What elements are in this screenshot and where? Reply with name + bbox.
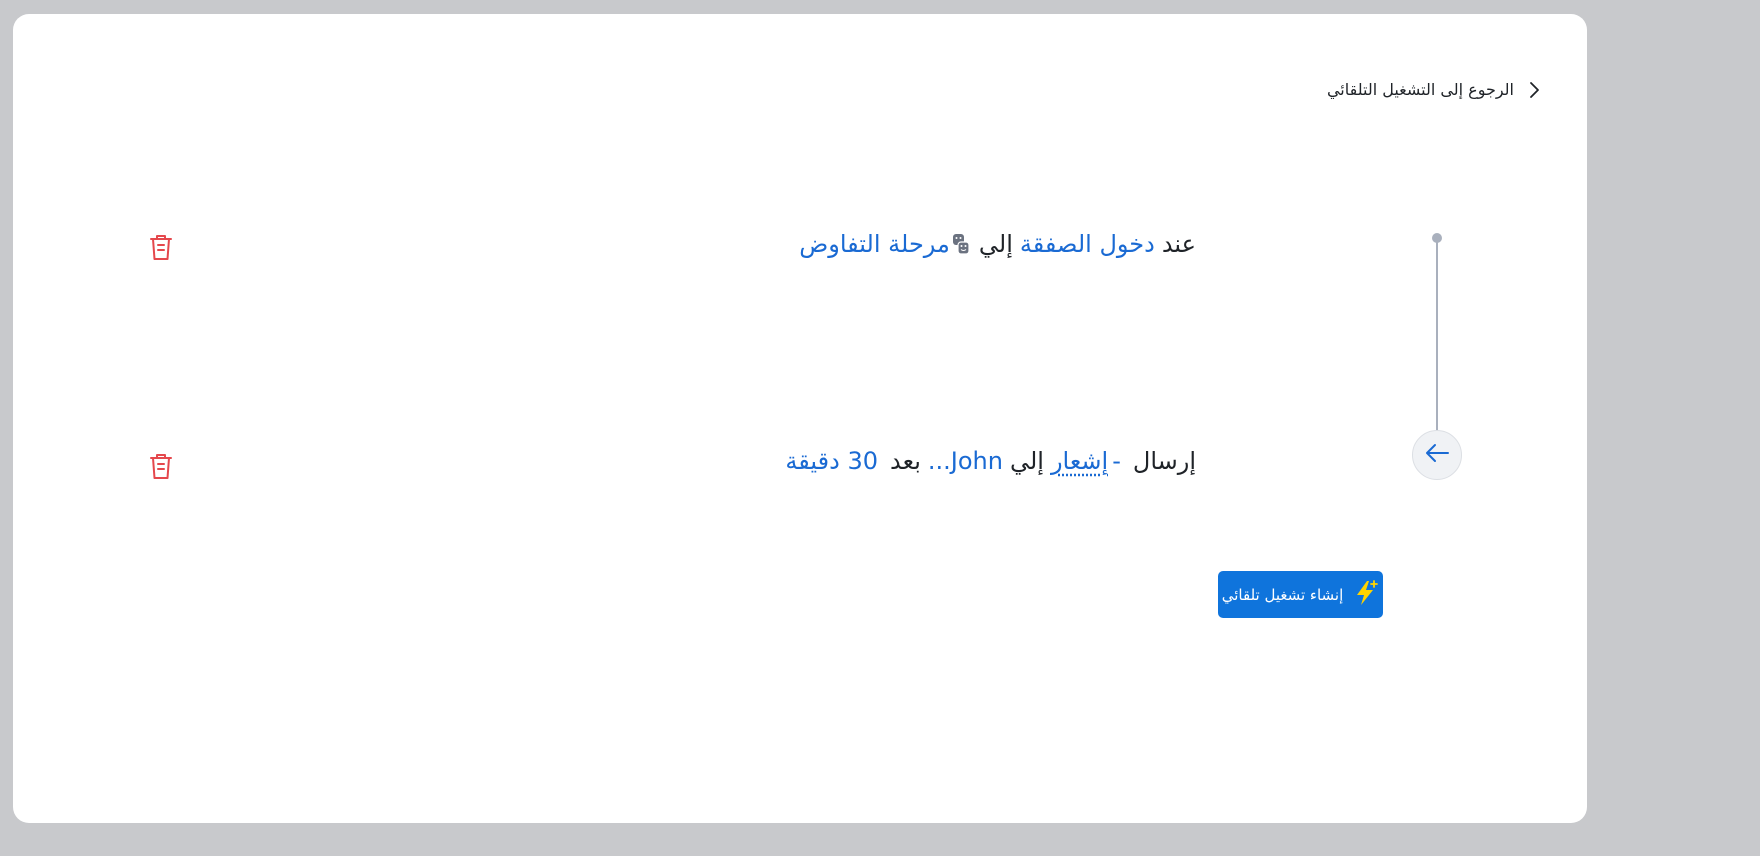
timeline-connector bbox=[1436, 237, 1438, 449]
delete-trigger-button[interactable] bbox=[147, 232, 175, 262]
action-step-button[interactable] bbox=[1412, 430, 1462, 480]
action-recipient-link[interactable]: John... bbox=[928, 447, 1003, 475]
action-dash: - bbox=[1112, 447, 1121, 475]
back-link-label: الرجوع إلى التشغيل التلقائي bbox=[1326, 80, 1514, 99]
action-send-text: إرسال bbox=[1132, 447, 1196, 475]
delete-action-button[interactable] bbox=[147, 451, 175, 481]
trigger-to-text: إلي bbox=[978, 230, 1013, 258]
create-automation-button[interactable]: إنشاء تشغيل تلقائي bbox=[1218, 571, 1383, 618]
action-row: إرسال - إشعار إلي John... بعد 30 دقيقة bbox=[785, 447, 1196, 475]
trigger-event-link[interactable]: دخول الصفقة bbox=[1020, 230, 1155, 258]
create-automation-label: إنشاء تشغيل تلقائي bbox=[1221, 585, 1344, 604]
arrow-left-icon bbox=[1424, 443, 1450, 467]
lightning-icon bbox=[1353, 579, 1379, 611]
action-type-link[interactable]: إشعار bbox=[1051, 447, 1108, 475]
trash-icon bbox=[150, 235, 172, 260]
action-delay-link[interactable]: 30 دقيقة bbox=[785, 447, 878, 475]
trigger-when-text: عند bbox=[1161, 230, 1196, 258]
trigger-stage-link[interactable]: مرحلة التفاوض bbox=[799, 230, 950, 258]
action-after-text: بعد bbox=[890, 447, 921, 475]
trigger-dot bbox=[1432, 233, 1442, 243]
trigger-row: عند دخول الصفقة إلي مرحلة التفاوض bbox=[799, 230, 1196, 258]
chevron-right-icon bbox=[1528, 81, 1540, 99]
back-to-automations-link[interactable]: الرجوع إلى التشغيل التلقائي bbox=[1327, 80, 1540, 99]
automation-card: الرجوع إلى التشغيل التلقائي عند دخول الص… bbox=[13, 14, 1587, 823]
trash-icon bbox=[150, 454, 172, 479]
action-to-text: إلي bbox=[1009, 447, 1044, 475]
theater-masks-icon bbox=[952, 233, 970, 255]
